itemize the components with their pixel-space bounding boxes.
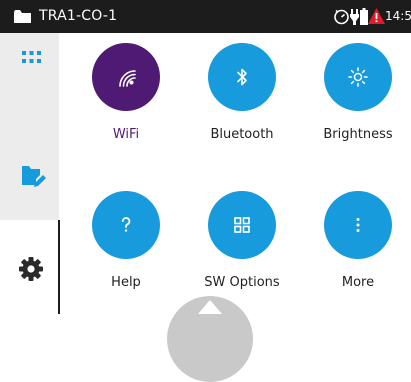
wifi-label: WiFi	[112, 127, 140, 142]
wifi-icon	[119, 70, 136, 87]
sidebar	[0, 33, 59, 314]
more-label: More	[341, 275, 375, 290]
brightness-label: Brightness	[323, 127, 393, 142]
device-title: TRA1-CO-1	[39, 8, 118, 24]
plug-icon	[350, 9, 359, 25]
brightness-tile[interactable]: Brightness	[306, 43, 410, 153]
bluetooth-tile[interactable]: Bluetooth	[190, 43, 294, 153]
scroll-up-arrow-icon	[198, 300, 222, 314]
brightness-button[interactable]	[324, 43, 392, 111]
bluetooth-label: Bluetooth	[210, 127, 274, 142]
more-tile[interactable]: More	[306, 191, 410, 295]
help-icon	[121, 217, 131, 232]
sw-options-button[interactable]	[208, 191, 276, 259]
bottom-scroll-indicator[interactable]	[167, 296, 253, 382]
help-tile[interactable]: Help	[74, 191, 178, 295]
sw-options-tile[interactable]: SW Options	[190, 191, 294, 295]
clock: 14:58	[385, 9, 411, 23]
options-grid-icon	[234, 217, 250, 233]
status-bar: TRA1-CO-1 14:58	[0, 0, 411, 33]
sw-options-label: SW Options	[204, 275, 280, 290]
bluetooth-icon	[237, 68, 247, 86]
bluetooth-button[interactable]	[208, 43, 276, 111]
more-button[interactable]	[324, 191, 392, 259]
help-label: Help	[111, 275, 141, 290]
brightness-icon	[348, 67, 368, 87]
more-vertical-icon	[356, 218, 360, 232]
apps-grid-icon[interactable]	[22, 51, 41, 63]
folder-icon	[14, 10, 31, 23]
help-button[interactable]	[92, 191, 160, 259]
alarm-warning-icon	[368, 8, 385, 24]
battery-icon	[360, 8, 368, 25]
wifi-tile[interactable]: WiFi	[74, 43, 178, 153]
settings-gear-icon[interactable]	[19, 257, 43, 281]
sidebar-divider	[58, 220, 60, 314]
wifi-button[interactable]	[92, 43, 160, 111]
timer-icon	[334, 9, 349, 25]
file-edit-icon[interactable]	[22, 163, 46, 187]
